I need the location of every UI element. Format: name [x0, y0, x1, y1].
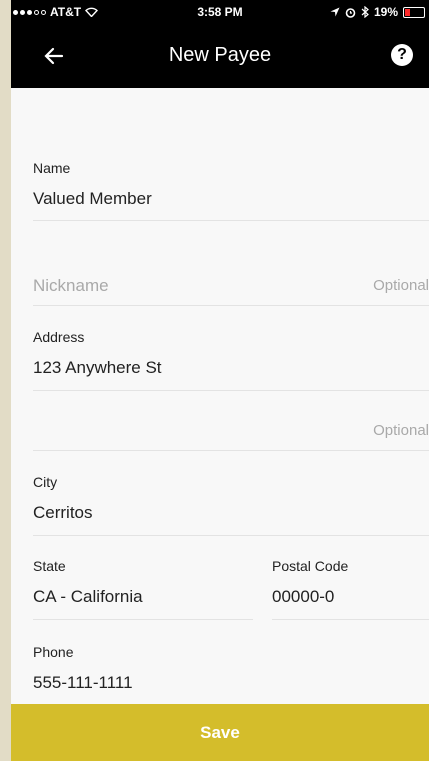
name-field[interactable]: Name Valued Member: [33, 88, 429, 221]
city-value[interactable]: Cerritos: [33, 503, 93, 523]
city-field[interactable]: City Cerritos: [33, 451, 429, 536]
phone-field[interactable]: Phone 555-111-1111: [33, 620, 429, 704]
nav-bar: New Payee ?: [11, 24, 429, 88]
save-button[interactable]: Save: [11, 704, 429, 761]
alarm-icon: [345, 7, 356, 18]
address-value[interactable]: 123 Anywhere St: [33, 358, 162, 378]
state-field[interactable]: State CA - California: [33, 536, 253, 620]
page-title: New Payee: [168, 44, 272, 66]
postal-code-value[interactable]: 00000-0: [272, 587, 334, 607]
phone-value[interactable]: 555-111-1111: [33, 673, 133, 693]
city-label: City: [33, 474, 58, 490]
status-bar: AT&T 3:58 PM 19%: [11, 0, 429, 24]
battery-level: [405, 8, 410, 16]
battery-percent: 19%: [373, 5, 398, 19]
battery-icon: [403, 6, 425, 18]
phone-screen: AT&T 3:58 PM 19% New Payee ? Name Valued…: [11, 0, 429, 761]
address-line2-field[interactable]: Optional: [33, 391, 429, 451]
name-label: Name: [33, 160, 71, 176]
nickname-field[interactable]: Nickname Optional: [33, 221, 429, 306]
address-label: Address: [33, 329, 85, 345]
name-value[interactable]: Valued Member: [33, 189, 152, 209]
address-line2-optional-hint: Optional: [373, 422, 429, 439]
state-label: State: [33, 558, 66, 574]
bluetooth-icon: [361, 6, 369, 18]
help-icon[interactable]: ?: [391, 44, 413, 66]
nickname-optional-hint: Optional: [373, 277, 429, 294]
status-right: 19%: [330, 5, 425, 19]
address-field[interactable]: Address 123 Anywhere St: [33, 306, 429, 391]
phone-label: Phone: [33, 644, 74, 660]
nickname-placeholder[interactable]: Nickname: [33, 276, 109, 296]
location-icon: [330, 7, 340, 17]
state-value[interactable]: CA - California: [33, 587, 143, 607]
postal-code-field[interactable]: Postal Code 00000-0: [272, 536, 429, 620]
postal-code-label: Postal Code: [272, 558, 349, 574]
